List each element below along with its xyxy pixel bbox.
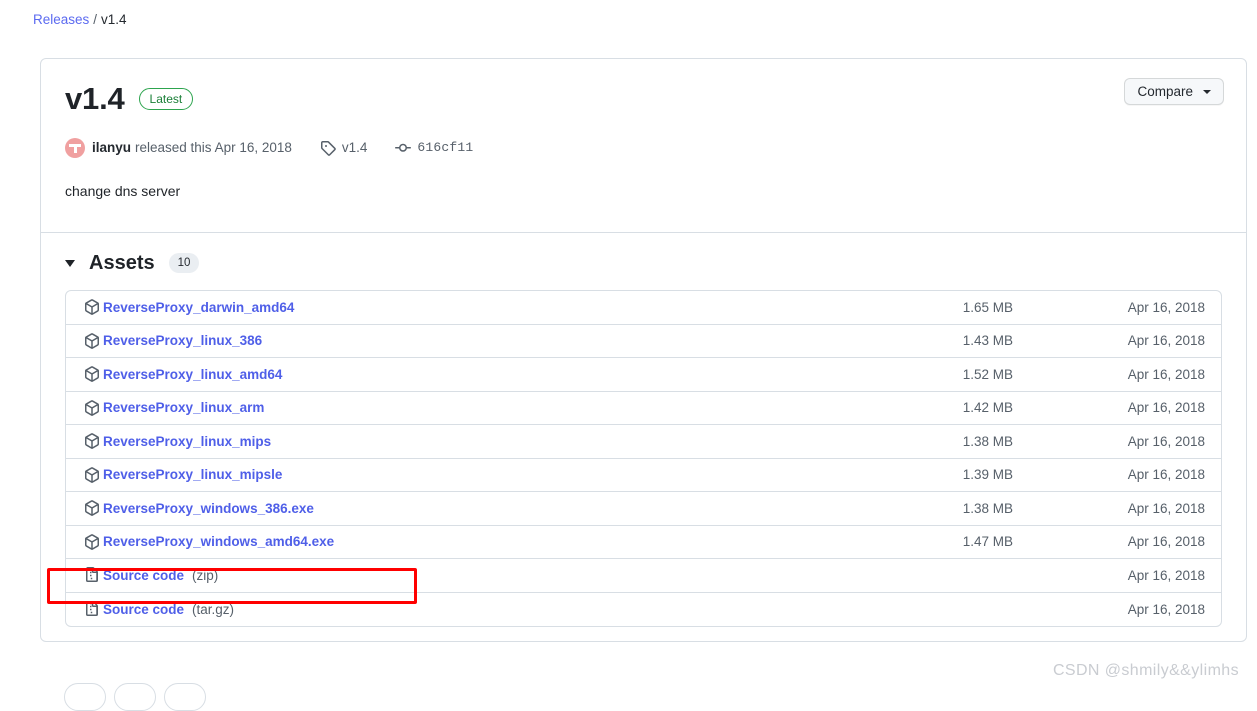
- table-row[interactable]: ReverseProxy_linux_386 1.43 MB Apr 16, 201…: [66, 325, 1221, 358]
- file-zip-icon: [86, 601, 98, 617]
- compare-button-label: Compare: [1137, 84, 1193, 99]
- asset-name-cell: Source code (zip): [84, 567, 813, 583]
- asset-date-cell: Apr 16, 2018: [1127, 500, 1205, 516]
- asset-size-cell: 1.39 MB: [962, 467, 1013, 483]
- asset-size-cell: 1.43 MB: [962, 333, 1013, 349]
- asset-format-label: (zip): [192, 567, 219, 583]
- file-zip-icon: [86, 567, 98, 583]
- asset-name-cell: ReverseProxy_linux_386: [84, 332, 813, 349]
- asset-download-link[interactable]: ReverseProxy_linux_arm: [103, 400, 264, 415]
- package-icon: [85, 533, 99, 550]
- asset-name-cell: ReverseProxy_linux_mips: [84, 433, 813, 450]
- reaction-button[interactable]: [64, 683, 106, 711]
- asset-name-cell: Source code (tar.gz): [84, 601, 813, 617]
- avatar[interactable]: [65, 138, 85, 158]
- asset-download-link[interactable]: ReverseProxy_linux_mips: [103, 434, 271, 449]
- package-icon: [85, 299, 99, 316]
- table-row[interactable]: ReverseProxy_windows_amd64.exe 1.47 MB Apr…: [66, 526, 1221, 559]
- table-row[interactable]: ReverseProxy_linux_amd64 1.52 MB Apr 16, 2…: [66, 358, 1221, 392]
- asset-size-cell: 1.38 MB: [962, 500, 1013, 516]
- asset-name-cell: ReverseProxy_linux_arm: [84, 399, 813, 416]
- release-meta: ilanyu released this Apr 16, 2018 v1.4 6…: [65, 138, 1222, 158]
- asset-name-cell: ReverseProxy_darwin_amd64: [84, 299, 813, 316]
- compare-button[interactable]: Compare: [1124, 78, 1224, 105]
- asset-download-link[interactable]: Source code: [103, 568, 184, 583]
- table-row[interactable]: ReverseProxy_darwin_amd64 1.65 MB Apr 16, …: [66, 291, 1221, 325]
- asset-date-cell: Apr 16, 2018: [1127, 400, 1205, 416]
- asset-date-cell: Apr 16, 2018: [1127, 601, 1205, 617]
- package-icon: [85, 366, 99, 383]
- asset-download-link[interactable]: ReverseProxy_darwin_amd64: [103, 300, 294, 315]
- asset-date-cell: Apr 16, 2018: [1127, 467, 1205, 483]
- asset-download-link[interactable]: ReverseProxy_linux_amd64: [103, 367, 282, 382]
- asset-size-cell: 1.52 MB: [962, 366, 1013, 382]
- asset-size-cell: 1.42 MB: [962, 400, 1013, 416]
- assets-header[interactable]: Assets 10: [65, 251, 1222, 275]
- commit-sha: 616cf11: [417, 140, 474, 155]
- asset-name-cell: ReverseProxy_linux_amd64: [84, 366, 813, 383]
- asset-download-link[interactable]: ReverseProxy_linux_mipsle: [103, 467, 282, 482]
- asset-date-cell: Apr 16, 2018: [1127, 366, 1205, 382]
- release-body: change dns server: [65, 183, 181, 199]
- table-row[interactable]: ReverseProxy_windows_386.exe 1.38 MB Apr 1…: [66, 492, 1221, 526]
- commit-icon: [395, 143, 412, 152]
- asset-name-cell: ReverseProxy_linux_mipsle: [84, 466, 813, 483]
- chevron-down-icon: [1203, 89, 1211, 94]
- watermark: CSDN @shmily&&ylimhs: [1052, 662, 1239, 679]
- tag-name: v1.4: [341, 140, 368, 155]
- asset-date-cell: Apr 16, 2018: [1127, 534, 1205, 550]
- assets-title: Assets: [89, 252, 155, 274]
- asset-size-cell: 1.47 MB: [962, 534, 1013, 550]
- page-title: v1.4: [65, 81, 125, 116]
- breadcrumb-current: v1.4: [101, 12, 127, 27]
- disclosure-triangle-icon[interactable]: [65, 259, 75, 267]
- release-title-row: v1.4 Latest: [65, 81, 1222, 117]
- breadcrumb-separator: /: [93, 12, 98, 27]
- assets-count-badge: 10: [168, 253, 200, 273]
- asset-name-cell: ReverseProxy_windows_amd64.exe: [84, 533, 813, 550]
- asset-download-link[interactable]: ReverseProxy_linux_386: [103, 333, 262, 348]
- table-row[interactable]: ReverseProxy_linux_mipsle 1.39 MB Apr 16, …: [66, 459, 1221, 492]
- asset-size-cell: 1.38 MB: [962, 433, 1013, 449]
- commit-meta[interactable]: 616cf11: [395, 138, 473, 158]
- table-row[interactable]: ReverseProxy_linux_mips 1.38 MB Apr 16, 20…: [66, 425, 1221, 459]
- table-row[interactable]: Source code (zip) Apr 16, 2018: [66, 559, 1221, 593]
- asset-download-link[interactable]: Source code: [103, 602, 184, 617]
- asset-date-cell: Apr 16, 2018: [1127, 567, 1205, 583]
- asset-download-link[interactable]: ReverseProxy_windows_amd64.exe: [103, 534, 334, 549]
- asset-download-link[interactable]: ReverseProxy_windows_386.exe: [103, 501, 314, 516]
- reaction-button[interactable]: [164, 683, 206, 711]
- asset-format-label: (tar.gz): [192, 601, 235, 617]
- breadcrumb: Releases / v1.4: [33, 10, 127, 30]
- author-link[interactable]: ilanyu: [92, 138, 131, 158]
- asset-date-cell: Apr 16, 2018: [1127, 299, 1205, 315]
- latest-badge: Latest: [138, 88, 194, 110]
- reaction-button[interactable]: [114, 683, 156, 711]
- tag-meta[interactable]: v1.4: [320, 138, 368, 158]
- package-icon: [85, 433, 99, 450]
- release-card: Compare v1.4 Latest ilanyu released this…: [40, 58, 1247, 642]
- table-row[interactable]: ReverseProxy_linux_arm 1.42 MB Apr 16, 201…: [66, 392, 1221, 425]
- asset-date-cell: Apr 16, 2018: [1127, 333, 1205, 349]
- table-row[interactable]: Source code (tar.gz) Apr 16, 2018: [66, 593, 1221, 627]
- package-icon: [85, 399, 99, 416]
- asset-name-cell: ReverseProxy_windows_386.exe: [84, 500, 813, 517]
- package-icon: [85, 466, 99, 483]
- asset-size-cell: 1.65 MB: [962, 299, 1013, 315]
- reactions-bar[interactable]: [64, 683, 206, 711]
- breadcrumb-releases-link[interactable]: Releases: [33, 12, 89, 27]
- package-icon: [85, 500, 99, 517]
- assets-table: ReverseProxy_darwin_amd64 1.65 MB Apr 16, …: [65, 290, 1222, 627]
- release-header: Compare v1.4 Latest ilanyu released this…: [41, 59, 1246, 158]
- tag-icon: [320, 141, 336, 156]
- asset-date-cell: Apr 16, 2018: [1127, 433, 1205, 449]
- assets-section: Assets 10 ReverseProxy_darwin_amd64 1.65 …: [41, 233, 1246, 641]
- package-icon: [85, 332, 99, 349]
- released-text: released this Apr 16, 2018: [135, 140, 292, 155]
